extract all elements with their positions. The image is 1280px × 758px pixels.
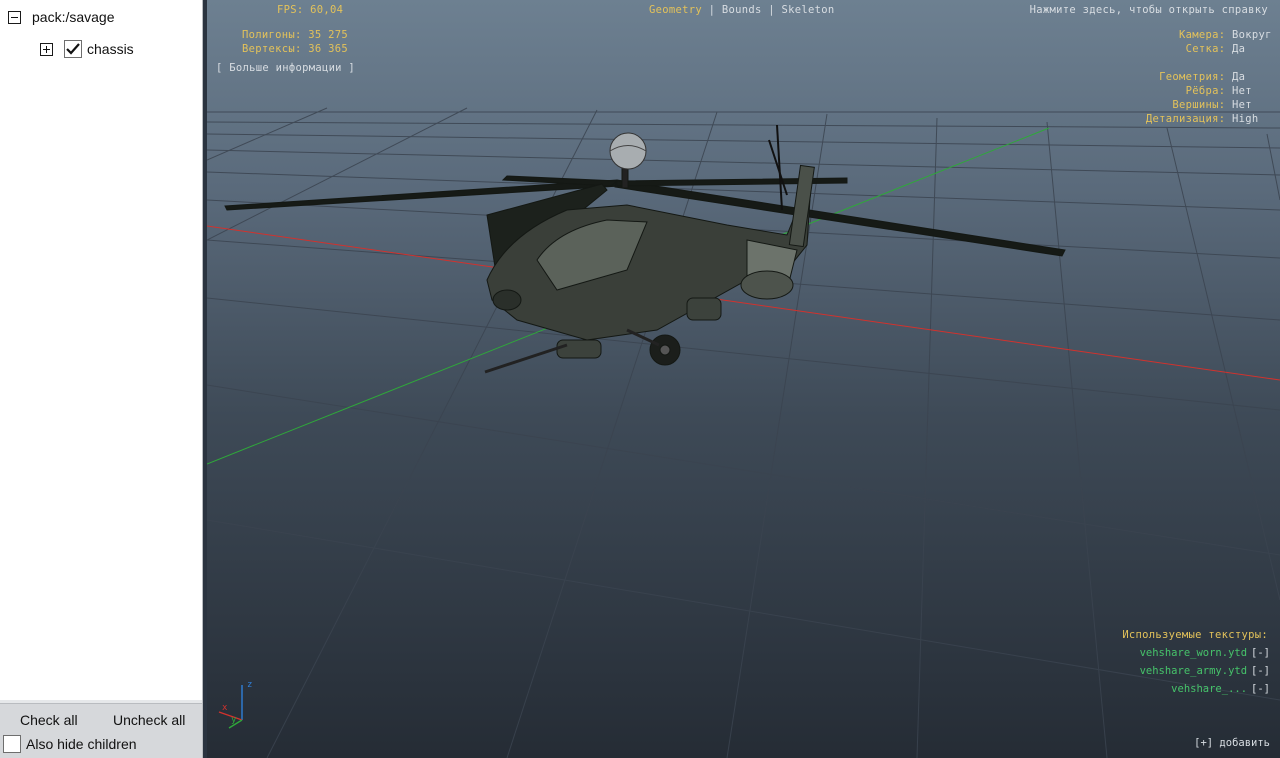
remove-texture-button[interactable]: [-]: [1251, 665, 1270, 677]
texture-name: vehshare_...: [1171, 683, 1248, 695]
remove-texture-button[interactable]: [-]: [1251, 647, 1270, 659]
vertices-value: Нет: [1232, 99, 1252, 111]
axis-y-label: y: [231, 715, 237, 725]
tree-node-root[interactable]: pack:/savage: [8, 5, 115, 29]
vertex-count: Вертексы: 36 365: [242, 43, 348, 55]
tree-node-chassis-label: chassis: [87, 41, 134, 57]
more-info-button[interactable]: [ Больше информации ]: [216, 62, 355, 74]
textures-title: Используемые текстуры:: [1122, 629, 1268, 641]
geometry-setting[interactable]: Геометрия: Да: [1159, 71, 1268, 83]
tab-skeleton[interactable]: Skeleton: [781, 4, 834, 16]
detail-value: High: [1232, 113, 1259, 125]
edges-value: Нет: [1232, 85, 1252, 97]
check-all-button[interactable]: Check all: [20, 712, 78, 728]
geometry-value: Да: [1232, 71, 1246, 83]
tree-node-chassis[interactable]: chassis: [40, 37, 134, 61]
remove-texture-button[interactable]: [-]: [1251, 683, 1270, 695]
tab-geometry[interactable]: Geometry: [649, 4, 702, 16]
vertices-setting[interactable]: Вершины: Нет: [1172, 99, 1268, 111]
checkmark-icon: [66, 43, 80, 55]
also-hide-children-label: Also hide children: [26, 736, 137, 752]
model-tree: pack:/savage chassis: [0, 0, 202, 700]
texture-name: vehshare_worn.ytd: [1139, 647, 1248, 659]
polygon-count: Полигоны: 35 275: [242, 29, 348, 41]
help-link[interactable]: Нажмите здесь, чтобы открыть справку: [1030, 4, 1268, 16]
detail-setting[interactable]: Детализация: High: [1146, 113, 1268, 125]
grid-setting[interactable]: Сетка: Да: [1186, 43, 1268, 55]
camera-setting[interactable]: Камера: Вокруг: [1179, 29, 1272, 41]
edges-setting[interactable]: Рёбра: Нет: [1186, 85, 1268, 97]
axis-z-label: z: [247, 680, 252, 690]
uncheck-all-button[interactable]: Uncheck all: [113, 712, 185, 728]
view-mode-tabs: Geometry | Bounds | Skeleton: [649, 4, 835, 16]
checkbox-box[interactable]: [3, 735, 21, 753]
texture-item: vehshare_army.ytd [-]: [1140, 665, 1270, 677]
add-texture-button[interactable]: [+] добавить: [1190, 737, 1270, 749]
texture-name: vehshare_army.ytd: [1139, 665, 1248, 677]
texture-item: vehshare_worn.ytd [-]: [1140, 647, 1270, 659]
texture-item: vehshare_... [-]: [1171, 683, 1270, 695]
collapse-icon[interactable]: [8, 10, 21, 24]
scene-grid: z x y: [207, 107, 1280, 758]
axis-x-label: x: [222, 703, 228, 713]
grid-value: Да: [1232, 43, 1246, 55]
tab-bounds[interactable]: Bounds: [722, 4, 762, 16]
camera-value: Вокруг: [1232, 29, 1272, 41]
tree-node-root-label: pack:/savage: [32, 9, 115, 25]
expand-icon[interactable]: [40, 42, 53, 56]
fps-readout: FPS: 60,04: [277, 4, 344, 16]
also-hide-children-checkbox[interactable]: Also hide children: [3, 735, 137, 753]
chassis-visibility-checkbox[interactable]: [64, 40, 82, 58]
3d-viewport[interactable]: z x y FPS: 60,04 Полигоны: 35 275 Вертек…: [207, 0, 1280, 758]
model-tree-panel: pack:/savage chassis Check all Uncheck a…: [0, 0, 203, 758]
